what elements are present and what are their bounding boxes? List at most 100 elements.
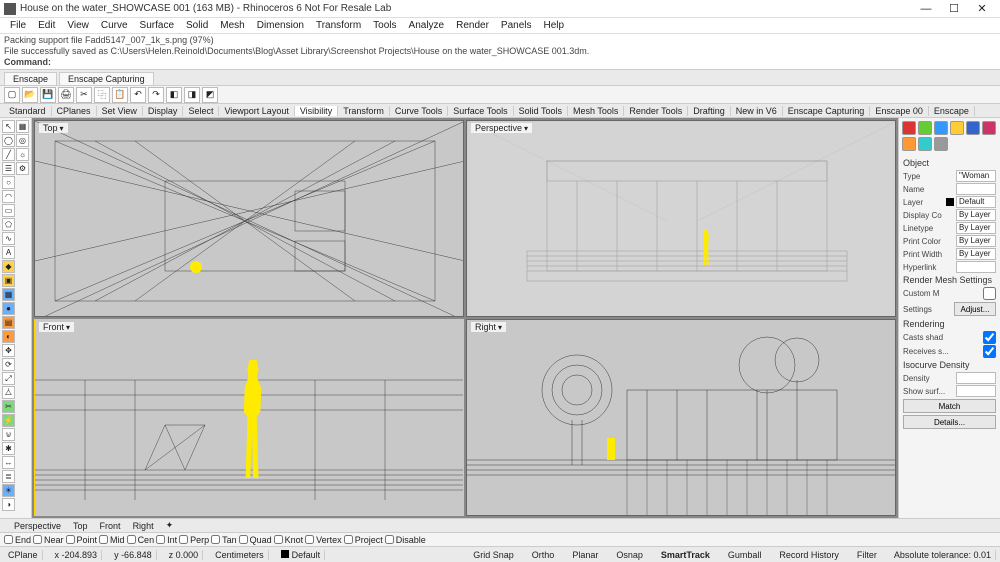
tab-enscape-capturing[interactable]: Enscape Capturing (59, 72, 154, 85)
tool-curve-icon[interactable]: ∿ (2, 232, 15, 245)
tool-new-icon[interactable]: ▢ (4, 87, 20, 103)
tool-surface-icon[interactable]: ◆ (2, 260, 15, 273)
ttab-setview[interactable]: Set View (97, 106, 143, 116)
tool-dim-icon[interactable]: ↔ (2, 456, 15, 469)
tool-print-icon[interactable]: 🖨 (58, 87, 74, 103)
toggle-osnap[interactable]: Osnap (611, 550, 648, 560)
menu-transform[interactable]: Transform (310, 20, 367, 31)
ttab-cplanes[interactable]: CPlanes (52, 106, 97, 116)
toggle-planar[interactable]: Planar (567, 550, 603, 560)
status-cplane[interactable]: CPlane (4, 550, 43, 560)
panel-tab-icon[interactable] (982, 121, 996, 135)
panel-tab-icon[interactable] (918, 121, 932, 135)
tool-paste-icon[interactable]: 📋 (112, 87, 128, 103)
tool-open-icon[interactable]: 📂 (22, 87, 38, 103)
prop-hyperlink-input[interactable] (956, 261, 996, 273)
receives-shadow-checkbox[interactable] (983, 345, 996, 358)
details-button[interactable]: Details... (903, 415, 996, 429)
tool-misc-icon[interactable]: ◎ (16, 134, 29, 147)
tool-grid-icon[interactable]: ▦ (16, 120, 29, 133)
adjust-button[interactable]: Adjust... (954, 302, 996, 316)
maximize-button[interactable]: ☐ (940, 1, 968, 17)
tool-shade-icon[interactable]: ◑ (2, 498, 15, 511)
tool-misc-icon[interactable]: ◩ (202, 87, 218, 103)
status-layer[interactable]: Default (277, 550, 326, 560)
tool-trim-icon[interactable]: ✂ (2, 400, 15, 413)
casts-shadow-checkbox[interactable] (983, 331, 996, 344)
panel-tab-icon[interactable] (902, 137, 916, 151)
prop-printcolor-select[interactable]: By Layer (956, 235, 996, 247)
ttab-enscape[interactable]: Enscape (929, 106, 975, 116)
tool-polyline-icon[interactable]: ☰ (2, 162, 15, 175)
tool-line-icon[interactable]: ╱ (2, 148, 15, 161)
tool-arc-icon[interactable]: ◠ (2, 190, 15, 203)
showsurf-input[interactable] (956, 385, 996, 397)
tool-pointer-icon[interactable]: ↖ (2, 120, 15, 133)
toggle-filter[interactable]: Filter (852, 550, 882, 560)
toggle-smarttrack[interactable]: SmartTrack (656, 550, 715, 560)
menu-curve[interactable]: Curve (95, 20, 134, 31)
ttab-solidtools[interactable]: Solid Tools (514, 106, 568, 116)
tool-redo-icon[interactable]: ↷ (148, 87, 164, 103)
tool-scale-icon[interactable]: ⤢ (2, 372, 15, 385)
menu-mesh[interactable]: Mesh (214, 20, 250, 31)
ttab-surfacetools[interactable]: Surface Tools (448, 106, 513, 116)
menu-surface[interactable]: Surface (134, 20, 180, 31)
chevron-down-icon[interactable]: ▾ (522, 124, 528, 133)
chevron-down-icon[interactable]: ▾ (64, 323, 70, 332)
prop-displaycolor-select[interactable]: By Layer (956, 209, 996, 221)
ttab-meshtools[interactable]: Mesh Tools (568, 106, 624, 116)
tool-misc-icon[interactable]: ◨ (184, 87, 200, 103)
menu-view[interactable]: View (61, 20, 95, 31)
menu-analyze[interactable]: Analyze (403, 20, 451, 31)
vptab-top[interactable]: Top (67, 521, 94, 531)
status-units[interactable]: Centimeters (211, 550, 269, 560)
toggle-recordhistory[interactable]: Record History (774, 550, 844, 560)
menu-edit[interactable]: Edit (32, 20, 61, 31)
panel-tab-icon[interactable] (902, 121, 916, 135)
panel-tab-icon[interactable] (918, 137, 932, 151)
tool-lasso-icon[interactable]: ◯ (2, 134, 15, 147)
tool-move-icon[interactable]: ✥ (2, 344, 15, 357)
tool-join-icon[interactable]: ⊍ (2, 428, 15, 441)
menu-solid[interactable]: Solid (180, 20, 214, 31)
menu-dimension[interactable]: Dimension (251, 20, 310, 31)
viewport-perspective[interactable]: Perspective▾ (466, 120, 896, 317)
panel-tab-icon[interactable] (966, 121, 980, 135)
ttab-vplayout[interactable]: Viewport Layout (219, 106, 294, 116)
ttab-transform[interactable]: Transform (338, 106, 390, 116)
tool-misc-icon[interactable]: ⚙ (16, 162, 29, 175)
minimize-button[interactable]: — (912, 1, 940, 17)
tool-save-icon[interactable]: 💾 (40, 87, 56, 103)
tool-explode-icon[interactable]: ✱ (2, 442, 15, 455)
tool-solid-icon[interactable]: ▣ (2, 274, 15, 287)
ttab-drafting[interactable]: Drafting (688, 106, 731, 116)
tool-polygon-icon[interactable]: ⬠ (2, 218, 15, 231)
toggle-gumball[interactable]: Gumball (723, 550, 767, 560)
tool-rotate-icon[interactable]: ⟳ (2, 358, 15, 371)
ttab-visibility[interactable]: Visibility (295, 106, 338, 116)
chevron-down-icon[interactable]: ▾ (58, 124, 64, 133)
tool-box-icon[interactable]: ▦ (2, 288, 15, 301)
tool-misc-icon[interactable]: ◧ (166, 87, 182, 103)
tool-copy-icon[interactable]: ⿻ (94, 87, 110, 103)
ttab-standard[interactable]: Standard (4, 106, 52, 116)
density-input[interactable] (956, 372, 996, 384)
tool-text-icon[interactable]: A (2, 246, 15, 259)
tool-circle-icon[interactable]: ○ (2, 176, 15, 189)
tool-render-icon[interactable]: ☀ (2, 484, 15, 497)
prop-printwidth-select[interactable]: By Layer (956, 248, 996, 260)
menu-help[interactable]: Help (538, 20, 571, 31)
tool-rect-icon[interactable]: ▭ (2, 204, 15, 217)
ttab-newv6[interactable]: New in V6 (731, 106, 783, 116)
panel-tab-icon[interactable] (950, 121, 964, 135)
tool-undo-icon[interactable]: ↶ (130, 87, 146, 103)
match-button[interactable]: Match (903, 399, 996, 413)
panel-tab-icon[interactable] (934, 137, 948, 151)
tool-misc-icon[interactable]: ☼ (16, 148, 29, 161)
vptab-right[interactable]: Right (127, 521, 160, 531)
close-button[interactable]: ✕ (968, 1, 996, 17)
tool-cut-icon[interactable]: ✂ (76, 87, 92, 103)
ttab-select[interactable]: Select (183, 106, 219, 116)
vptab-front[interactable]: Front (94, 521, 127, 531)
